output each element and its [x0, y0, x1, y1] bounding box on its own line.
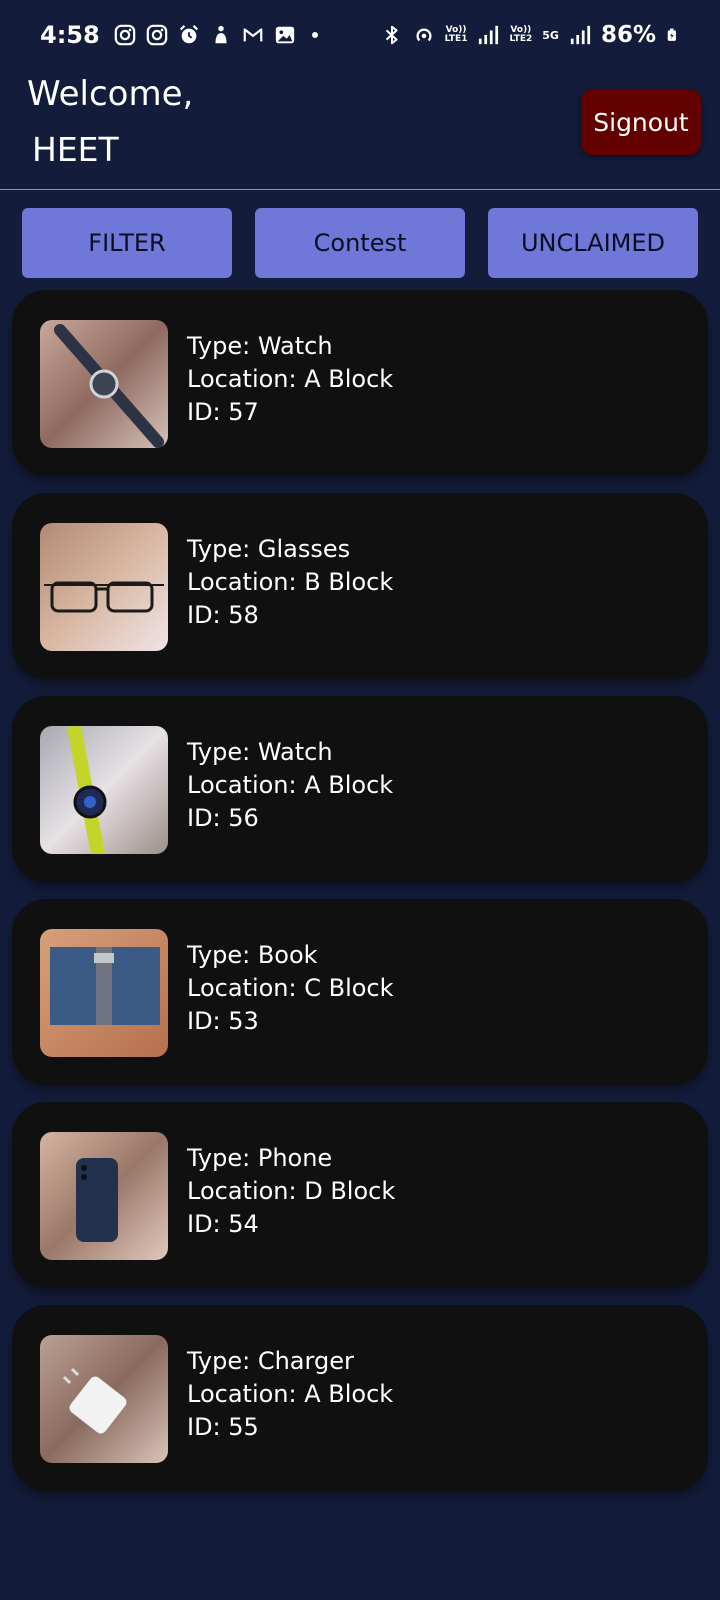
instagram-icon [146, 24, 167, 46]
status-left: 4:58 [40, 21, 318, 49]
item-location: Location: C Block [187, 974, 394, 1002]
header-divider [0, 189, 720, 190]
item-list: Type: Watch Location: A Block ID: 57 Typ… [12, 290, 708, 1508]
battery-percent: 86% [600, 22, 656, 48]
item-image-phone [40, 1132, 168, 1260]
filter-row: FILTER Contest UNCLAIMED [22, 208, 698, 278]
item-location: Location: B Block [187, 568, 394, 596]
signal-icon [570, 25, 591, 45]
item-info: Type: Charger Location: A Block ID: 55 [187, 1345, 393, 1444]
item-id: ID: 56 [187, 804, 259, 832]
item-info: Type: Phone Location: D Block ID: 54 [187, 1142, 395, 1241]
item-card[interactable]: Type: Glasses Location: B Block ID: 58 [12, 493, 708, 679]
item-type: Type: Phone [187, 1144, 333, 1172]
battery-charging-icon [667, 28, 676, 41]
filter-button[interactable]: FILTER [22, 208, 232, 278]
item-type: Type: Watch [187, 738, 333, 766]
username-text: HEET [32, 130, 119, 169]
item-card[interactable]: Type: Phone Location: D Block ID: 54 [12, 1102, 708, 1288]
gallery-icon [275, 26, 294, 44]
alarm-icon [179, 25, 198, 44]
item-info: Type: Watch Location: A Block ID: 56 [187, 736, 393, 835]
status-right: Vo)) LTE1 Vo)) LTE2 5G 86% [381, 22, 680, 48]
item-type: Type: Glasses [187, 535, 351, 563]
item-type: Type: Charger [187, 1347, 354, 1375]
signout-button[interactable]: Signout [581, 89, 701, 155]
unclaimed-button[interactable]: UNCLAIMED [488, 208, 698, 278]
item-card[interactable]: Type: Watch Location: A Block ID: 56 [12, 696, 708, 882]
item-info: Type: Book Location: C Block ID: 53 [187, 939, 394, 1038]
item-id: ID: 55 [187, 1413, 259, 1441]
item-id: ID: 57 [187, 398, 259, 426]
signal-icon [479, 25, 499, 45]
item-location: Location: A Block [187, 1380, 394, 1408]
person-activity-icon [215, 25, 227, 44]
item-id: ID: 53 [187, 1007, 259, 1035]
network-type-tag: 5G [542, 28, 559, 42]
item-type: Type: Book [187, 941, 318, 969]
item-location: Location: D Block [187, 1177, 396, 1205]
bluetooth-icon [385, 25, 398, 45]
item-image-book [40, 929, 168, 1057]
item-id: ID: 58 [187, 601, 259, 629]
item-card[interactable]: Type: Charger Location: A Block ID: 55 [12, 1305, 708, 1491]
item-image-smartwatch [40, 726, 168, 854]
status-bar: 4:58 Vo)) LTE1 Vo)) LTE2 5G 86% [0, 0, 720, 70]
instagram-icon [114, 24, 135, 46]
item-info: Type: Glasses Location: B Block ID: 58 [187, 533, 393, 632]
item-type: Type: Watch [187, 332, 333, 360]
item-image-watch [40, 320, 168, 448]
more-notifications-dot-icon [311, 32, 318, 38]
welcome-text: Welcome, [27, 74, 194, 114]
item-location: Location: A Block [187, 365, 394, 393]
item-image-glasses [40, 523, 168, 651]
status-time: 4:58 [40, 21, 100, 49]
item-id: ID: 54 [187, 1210, 259, 1238]
item-card[interactable]: Type: Book Location: C Block ID: 53 [12, 899, 708, 1085]
item-card[interactable]: Type: Watch Location: A Block ID: 57 [12, 290, 708, 476]
sim1-volte-tag: Vo)) LTE1 [444, 25, 468, 44]
contest-button[interactable]: Contest [255, 208, 465, 278]
app-header: Welcome, HEET Signout [0, 70, 720, 190]
item-location: Location: A Block [187, 771, 394, 799]
sim2-volte-tag: Vo)) LTE2 [509, 25, 533, 44]
item-image-charger [40, 1335, 168, 1463]
item-info: Type: Watch Location: A Block ID: 57 [187, 330, 393, 429]
gmail-icon [243, 28, 263, 42]
hotspot-icon [416, 28, 432, 42]
